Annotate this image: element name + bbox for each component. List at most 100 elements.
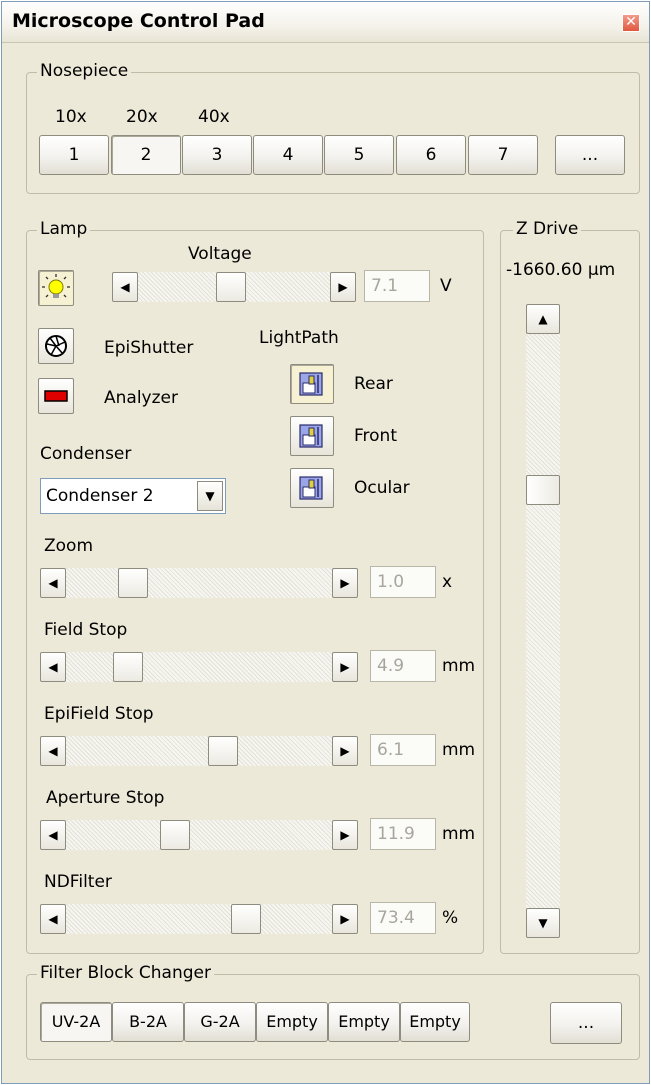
aperture-stop-track[interactable] xyxy=(66,820,332,850)
aperture-stop-left-arrow[interactable]: ◀ xyxy=(40,820,66,850)
ndfilter-label: NDFilter xyxy=(44,872,112,892)
epifield-stop-slider[interactable]: ◀ ▶ xyxy=(40,736,358,768)
zdrive-down-arrow[interactable]: ▼ xyxy=(526,908,560,938)
microscope-control-pad-window: Microscope Control Pad ✕ Nosepiece 10x 2… xyxy=(1,1,650,1084)
filter-position-3-button[interactable]: G-2A xyxy=(184,1002,256,1042)
lightbulb-icon xyxy=(42,274,70,298)
field-stop-label: Field Stop xyxy=(44,620,128,640)
filter-block-legend: Filter Block Changer xyxy=(37,963,214,983)
magnification-label-2: 20x xyxy=(126,107,158,127)
nosepiece-legend: Nosepiece xyxy=(37,61,132,81)
condenser-select[interactable]: Condenser 2 ▼ xyxy=(40,478,226,514)
aperture-stop-thumb[interactable] xyxy=(160,820,191,850)
window-title: Microscope Control Pad xyxy=(12,10,265,32)
lamp-legend: Lamp xyxy=(37,219,91,239)
voltage-value: 7.1 xyxy=(364,270,430,302)
zoom-left-arrow[interactable]: ◀ xyxy=(40,568,66,598)
nosepiece-more-button[interactable]: ... xyxy=(555,135,625,175)
epifield-stop-track[interactable] xyxy=(66,736,332,766)
zdrive-legend: Z Drive xyxy=(513,219,582,239)
lightpath-icon xyxy=(299,372,323,396)
analyzer-button[interactable] xyxy=(38,378,74,414)
nosepiece-position-1-button[interactable]: 1 xyxy=(39,135,109,175)
voltage-thumb[interactable] xyxy=(215,272,246,302)
nosepiece-position-label: 2 xyxy=(140,145,152,165)
lightpath-ocular-label: Ocular xyxy=(354,478,410,498)
nosepiece-position-label: 6 xyxy=(425,145,437,165)
lightpath-rear-button[interactable] xyxy=(290,364,334,404)
filter-more-button[interactable]: ... xyxy=(550,1002,622,1044)
field-stop-track[interactable] xyxy=(66,652,332,682)
epifield-stop-unit: mm xyxy=(442,740,476,760)
lamp-toggle-button[interactable] xyxy=(38,270,74,306)
analyzer-icon xyxy=(44,390,68,402)
lightpath-front-button[interactable] xyxy=(290,416,334,456)
lightpath-rear-label: Rear xyxy=(354,374,393,394)
close-button[interactable]: ✕ xyxy=(622,14,640,32)
ndfilter-slider[interactable]: ◀ ▶ xyxy=(40,904,358,936)
epishutter-button[interactable] xyxy=(38,328,74,364)
zdrive-slider[interactable]: ▲ ▼ xyxy=(526,304,560,938)
ndfilter-right-arrow[interactable]: ▶ xyxy=(332,904,358,934)
zdrive-track[interactable] xyxy=(526,334,560,908)
nosepiece-position-7-button[interactable]: 7 xyxy=(468,135,538,175)
nosepiece-position-3-button[interactable]: 3 xyxy=(182,135,252,175)
field-stop-unit: mm xyxy=(442,656,476,676)
voltage-left-arrow[interactable]: ◀ xyxy=(112,272,138,302)
title-bar[interactable]: Microscope Control Pad ✕ xyxy=(2,2,649,43)
filter-position-2-button[interactable]: B-2A xyxy=(112,1002,184,1042)
close-icon: ✕ xyxy=(625,14,637,30)
nosepiece-position-6-button[interactable]: 6 xyxy=(396,135,466,175)
field-stop-left-arrow[interactable]: ◀ xyxy=(40,652,66,682)
lightpath-label: LightPath xyxy=(259,328,339,348)
filter-position-4-button[interactable]: Empty xyxy=(256,1002,328,1042)
aperture-stop-label: Aperture Stop xyxy=(46,788,165,808)
epifield-stop-thumb[interactable] xyxy=(207,736,238,766)
voltage-unit: V xyxy=(440,276,452,296)
condenser-dropdown-button[interactable]: ▼ xyxy=(197,481,223,511)
voltage-slider[interactable]: ◀ ▶ xyxy=(112,272,356,304)
chevron-down-icon: ▼ xyxy=(205,489,215,503)
voltage-right-arrow[interactable]: ▶ xyxy=(330,272,356,302)
zdrive-group: Z Drive xyxy=(500,219,640,954)
aperture-stop-unit: mm xyxy=(442,824,476,844)
nosepiece-position-5-button[interactable]: 5 xyxy=(324,135,394,175)
filter-position-label: G-2A xyxy=(200,1012,240,1031)
ndfilter-track[interactable] xyxy=(66,904,332,934)
lightpath-icon xyxy=(299,424,323,448)
epifield-stop-right-arrow[interactable]: ▶ xyxy=(332,736,358,766)
epifield-stop-left-arrow[interactable]: ◀ xyxy=(40,736,66,766)
filter-position-6-button[interactable]: Empty xyxy=(400,1002,470,1042)
nosepiece-position-4-button[interactable]: 4 xyxy=(253,135,323,175)
zdrive-up-arrow[interactable]: ▲ xyxy=(526,304,560,334)
aperture-stop-right-arrow[interactable]: ▶ xyxy=(332,820,358,850)
zoom-slider[interactable]: ◀ ▶ xyxy=(40,568,358,600)
aperture-stop-slider[interactable]: ◀ ▶ xyxy=(40,820,358,852)
field-stop-right-arrow[interactable]: ▶ xyxy=(332,652,358,682)
zoom-right-arrow[interactable]: ▶ xyxy=(332,568,358,598)
nosepiece-more-label: ... xyxy=(581,145,599,165)
ndfilter-value: 73.4 xyxy=(370,902,436,934)
epishutter-label: EpiShutter xyxy=(104,338,194,358)
zdrive-position: -1660.60 µm xyxy=(506,260,616,280)
lightpath-ocular-button[interactable] xyxy=(290,468,334,508)
nosepiece-position-2-button[interactable]: 2 xyxy=(111,135,181,175)
condenser-label: Condenser xyxy=(40,444,132,464)
filter-position-5-button[interactable]: Empty xyxy=(328,1002,400,1042)
field-stop-slider[interactable]: ◀ ▶ xyxy=(40,652,358,684)
zoom-track[interactable] xyxy=(66,568,332,598)
filter-position-1-button[interactable]: UV-2A xyxy=(40,1002,112,1042)
condenser-selected-value: Condenser 2 xyxy=(46,486,154,506)
field-stop-thumb[interactable] xyxy=(113,652,144,682)
magnification-label-1: 10x xyxy=(55,107,87,127)
ndfilter-thumb[interactable] xyxy=(231,904,262,934)
shutter-icon xyxy=(45,335,67,357)
nosepiece-position-label: 3 xyxy=(211,145,223,165)
filter-position-label: Empty xyxy=(266,1012,318,1031)
zdrive-thumb[interactable] xyxy=(526,475,560,506)
zoom-unit: x xyxy=(442,572,453,592)
filter-more-label: ... xyxy=(577,1013,595,1033)
zoom-thumb[interactable] xyxy=(117,568,148,598)
ndfilter-left-arrow[interactable]: ◀ xyxy=(40,904,66,934)
field-stop-value: 4.9 xyxy=(370,650,436,682)
